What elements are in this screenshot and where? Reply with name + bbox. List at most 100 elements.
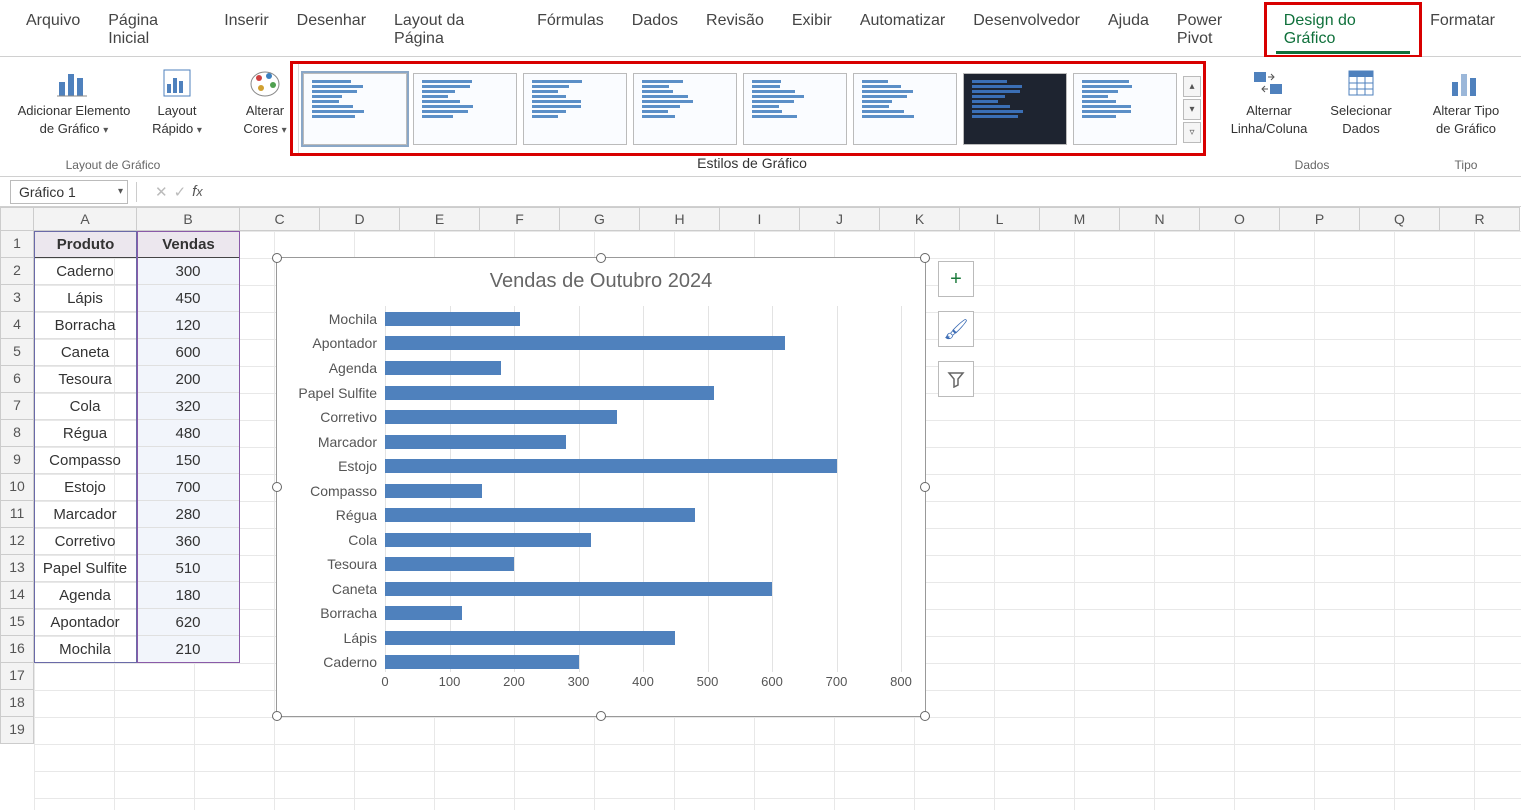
- gallery-scroll-down[interactable]: ▾: [1183, 99, 1201, 120]
- name-box[interactable]: Gráfico 1 ▾: [10, 180, 128, 204]
- tab-power-pivot[interactable]: Power Pivot: [1163, 6, 1270, 56]
- chart-bar[interactable]: [385, 410, 617, 424]
- tab-desenhar[interactable]: Desenhar: [283, 6, 380, 56]
- cell-A8[interactable]: Régua: [34, 420, 137, 447]
- fx-icon[interactable]: fx: [192, 183, 202, 200]
- column-header-O[interactable]: O: [1200, 207, 1280, 231]
- chart-bar[interactable]: [385, 606, 462, 620]
- chart-bar[interactable]: [385, 484, 482, 498]
- column-header-L[interactable]: L: [960, 207, 1040, 231]
- tab-design-do-gr-fico[interactable]: Design do Gráfico: [1270, 6, 1416, 56]
- cell-B8[interactable]: 480: [137, 420, 240, 447]
- chart-bar[interactable]: [385, 435, 566, 449]
- change-colors-button[interactable]: Alterar Cores ▾: [236, 63, 294, 137]
- chart-style-thumb-4[interactable]: [633, 73, 737, 145]
- cell-B16[interactable]: 210: [137, 636, 240, 663]
- cell-A4[interactable]: Borracha: [34, 312, 137, 339]
- column-header-A[interactable]: A: [34, 207, 137, 231]
- row-header-16[interactable]: 16: [0, 636, 34, 663]
- chart-bar[interactable]: [385, 312, 520, 326]
- tab-desenvolvedor[interactable]: Desenvolvedor: [959, 6, 1094, 56]
- chart-bar[interactable]: [385, 631, 675, 645]
- chart-style-thumb-1[interactable]: [303, 73, 407, 145]
- column-header-Q[interactable]: Q: [1360, 207, 1440, 231]
- cell-B10[interactable]: 700: [137, 474, 240, 501]
- cell-B1[interactable]: Vendas: [137, 231, 240, 258]
- row-header-15[interactable]: 15: [0, 609, 34, 636]
- chart-resize-handle[interactable]: [920, 711, 930, 721]
- tab-ajuda[interactable]: Ajuda: [1094, 6, 1163, 56]
- row-header-2[interactable]: 2: [0, 258, 34, 285]
- row-header-17[interactable]: 17: [0, 663, 34, 690]
- chart-resize-handle[interactable]: [920, 482, 930, 492]
- cell-A16[interactable]: Mochila: [34, 636, 137, 663]
- column-header-M[interactable]: M: [1040, 207, 1120, 231]
- chart-bar[interactable]: [385, 336, 785, 350]
- row-header-1[interactable]: 1: [0, 231, 34, 258]
- grid[interactable]: ProdutoVendasCaderno300Lápis450Borracha1…: [34, 231, 1521, 810]
- column-header-J[interactable]: J: [800, 207, 880, 231]
- row-header-19[interactable]: 19: [0, 717, 34, 744]
- cell-A7[interactable]: Cola: [34, 393, 137, 420]
- row-header-10[interactable]: 10: [0, 474, 34, 501]
- cell-B3[interactable]: 450: [137, 285, 240, 312]
- chart-title[interactable]: Vendas de Outubro 2024: [277, 258, 925, 299]
- add-chart-element-button[interactable]: Adicionar Elemento de Gráfico ▾: [14, 63, 134, 137]
- cell-A1[interactable]: Produto: [34, 231, 137, 258]
- chart-resize-handle[interactable]: [272, 711, 282, 721]
- select-all-corner[interactable]: [0, 207, 34, 231]
- chart-resize-handle[interactable]: [596, 711, 606, 721]
- cell-A15[interactable]: Apontador: [34, 609, 137, 636]
- quick-layout-button[interactable]: Layout Rápido ▾: [142, 63, 212, 137]
- chart-style-thumb-8[interactable]: [1073, 73, 1177, 145]
- tab-layout-da-p-gina[interactable]: Layout da Página: [380, 6, 523, 56]
- select-data-button[interactable]: Selecionar Dados: [1322, 63, 1400, 136]
- column-header-H[interactable]: H: [640, 207, 720, 231]
- cell-A12[interactable]: Corretivo: [34, 528, 137, 555]
- confirm-icon[interactable]: ✓: [174, 183, 187, 201]
- chart-style-thumb-5[interactable]: [743, 73, 847, 145]
- cell-A3[interactable]: Lápis: [34, 285, 137, 312]
- chart-bar[interactable]: [385, 533, 591, 547]
- row-header-14[interactable]: 14: [0, 582, 34, 609]
- cell-B2[interactable]: 300: [137, 258, 240, 285]
- column-header-D[interactable]: D: [320, 207, 400, 231]
- tab-dados[interactable]: Dados: [618, 6, 692, 56]
- row-header-12[interactable]: 12: [0, 528, 34, 555]
- chart-bar[interactable]: [385, 459, 837, 473]
- cell-A2[interactable]: Caderno: [34, 258, 137, 285]
- chart-plot-area[interactable]: MochilaApontadorAgendaPapel SulfiteCorre…: [385, 306, 901, 672]
- cell-B4[interactable]: 120: [137, 312, 240, 339]
- gallery-more-button[interactable]: ▿: [1183, 122, 1201, 143]
- row-header-9[interactable]: 9: [0, 447, 34, 474]
- column-header-C[interactable]: C: [240, 207, 320, 231]
- chart-bar[interactable]: [385, 361, 501, 375]
- column-header-B[interactable]: B: [137, 207, 240, 231]
- chart-resize-handle[interactable]: [596, 253, 606, 263]
- row-header-5[interactable]: 5: [0, 339, 34, 366]
- tab-automatizar[interactable]: Automatizar: [846, 6, 959, 56]
- cell-B14[interactable]: 180: [137, 582, 240, 609]
- cell-A10[interactable]: Estojo: [34, 474, 137, 501]
- row-header-13[interactable]: 13: [0, 555, 34, 582]
- row-header-7[interactable]: 7: [0, 393, 34, 420]
- chevron-down-icon[interactable]: ▾: [118, 186, 123, 197]
- gallery-scroll-up[interactable]: ▴: [1183, 76, 1201, 97]
- switch-row-column-button[interactable]: Alternar Linha/Coluna: [1224, 63, 1314, 136]
- cell-A11[interactable]: Marcador: [34, 501, 137, 528]
- chart-bar[interactable]: [385, 582, 772, 596]
- change-chart-type-button[interactable]: Alterar Tipo de Gráfico: [1424, 63, 1508, 136]
- tab-p-gina-inicial[interactable]: Página Inicial: [94, 6, 210, 56]
- chart-filters-button[interactable]: [938, 361, 974, 397]
- tab-formatar[interactable]: Formatar: [1416, 6, 1509, 56]
- tab-inserir[interactable]: Inserir: [210, 6, 282, 56]
- column-header-I[interactable]: I: [720, 207, 800, 231]
- chart-style-thumb-2[interactable]: [413, 73, 517, 145]
- row-header-3[interactable]: 3: [0, 285, 34, 312]
- tab-exibir[interactable]: Exibir: [778, 6, 846, 56]
- cell-A6[interactable]: Tesoura: [34, 366, 137, 393]
- cell-B12[interactable]: 360: [137, 528, 240, 555]
- cell-B11[interactable]: 280: [137, 501, 240, 528]
- column-header-R[interactable]: R: [1440, 207, 1520, 231]
- formula-input[interactable]: [213, 180, 1521, 204]
